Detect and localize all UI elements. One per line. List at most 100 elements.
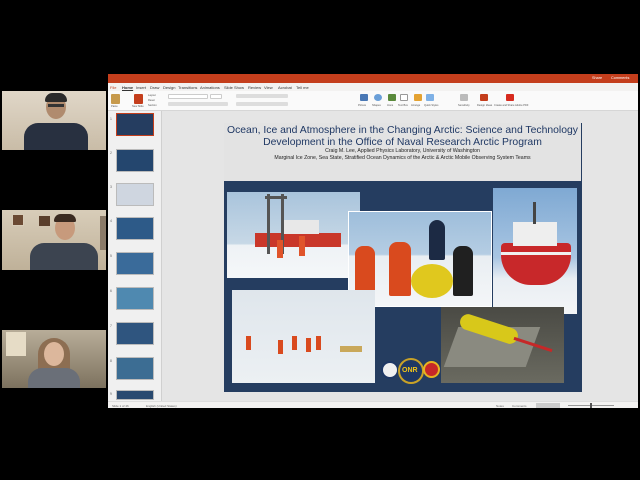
slide-thumbnail-3[interactable]: [116, 183, 154, 206]
person-2: [299, 236, 305, 256]
slide-thumbnail-2[interactable]: [116, 149, 154, 172]
participant-face-3: [44, 342, 64, 366]
participant-glasses-1: [48, 104, 64, 107]
participant-hair-1: [45, 93, 67, 102]
sensitivity-icon[interactable]: [460, 94, 468, 101]
participant-video-2: [2, 210, 106, 270]
tab-review[interactable]: Review: [248, 85, 261, 90]
slide-number-5: 5: [110, 254, 112, 258]
participant-video-3: [2, 330, 106, 388]
slide-thumbnail-1[interactable]: [116, 113, 154, 136]
tab-insert[interactable]: Insert: [136, 85, 146, 90]
picture-label: Picture: [358, 104, 367, 107]
slide-thumbnail-8[interactable]: [116, 357, 154, 380]
yellow-buoy: [411, 264, 453, 298]
align-icons[interactable]: [236, 102, 288, 106]
tab-transitions[interactable]: Transitions: [178, 85, 197, 90]
ship-bridge: [513, 222, 557, 246]
text-box-icon[interactable]: [400, 94, 408, 101]
new-slide-icon[interactable]: [134, 94, 143, 104]
picture-icon[interactable]: [360, 94, 368, 101]
person-4: [389, 242, 411, 296]
title-bar: Share Comments: [108, 74, 638, 83]
slide: Ocean, Ice and Atmosphere in the Changin…: [224, 123, 582, 392]
ribbon-tabs: File Home Insert Draw Design Transitions…: [108, 83, 638, 91]
slide-thumbnail-4[interactable]: [116, 217, 154, 240]
zoom-slider-thumb[interactable]: [590, 403, 592, 408]
tab-tell-me[interactable]: Tell me: [296, 85, 309, 90]
person-5: [429, 220, 445, 260]
font-size-box[interactable]: [210, 94, 222, 99]
photo-icebreaker: [493, 188, 577, 314]
participant-body-3: [28, 368, 80, 388]
tab-slide-show[interactable]: Slide Show: [224, 85, 244, 90]
tab-home[interactable]: Home: [122, 85, 133, 90]
design-ideas-label: Design Ideas: [477, 104, 493, 107]
adobe-pdf-icon[interactable]: [506, 94, 514, 101]
slide-thumbnail-5[interactable]: [116, 252, 154, 275]
slide-number-6: 6: [110, 289, 112, 293]
tab-draw[interactable]: Draw: [150, 85, 159, 90]
font-box[interactable]: [168, 94, 208, 99]
onr-logo-text: ONR: [402, 367, 418, 374]
window-light: [6, 332, 26, 356]
ship-mast: [533, 202, 536, 224]
photo-glider: [441, 307, 564, 383]
anchor-seal-icon: [381, 361, 399, 379]
icons-label: Icons: [387, 104, 394, 107]
share-button[interactable]: Share: [592, 76, 602, 80]
participant-body-1: [24, 123, 88, 150]
picture-frame-3: [100, 216, 106, 250]
tab-design[interactable]: Design: [163, 85, 175, 90]
slide-thumbnail-7[interactable]: [116, 322, 154, 345]
crane-frame: [267, 194, 270, 254]
tab-view[interactable]: View: [264, 85, 273, 90]
video-tile-1[interactable]: [2, 62, 106, 150]
participant-video-1: [2, 91, 106, 150]
photo-ice-field-team: [232, 290, 375, 383]
slide-thumbnail-6[interactable]: [116, 287, 154, 310]
person-1: [277, 240, 283, 258]
arrange-label: Arrange: [411, 104, 421, 107]
notes-button[interactable]: Notes: [496, 404, 504, 408]
slide-number-3: 3: [110, 185, 112, 189]
video-tile-3[interactable]: [2, 300, 106, 388]
shapes-icon[interactable]: [374, 94, 382, 101]
field-equipment: [340, 346, 362, 352]
comments-status-button[interactable]: Comments: [512, 404, 527, 408]
comments-button[interactable]: Comments: [611, 76, 629, 80]
layout-button[interactable]: Layout: [148, 94, 156, 97]
marine-seal-icon: [423, 361, 440, 378]
participant-hair-2: [54, 214, 76, 222]
slide-author: Craig M. Lee, Applied Physics Laboratory…: [325, 148, 480, 155]
reset-button[interactable]: Reset: [148, 99, 155, 102]
quick-styles-icon[interactable]: [426, 94, 434, 101]
tab-file[interactable]: File: [110, 85, 116, 90]
tab-animations[interactable]: Animations: [200, 85, 220, 90]
icons-icon[interactable]: [388, 94, 396, 101]
section-button[interactable]: Section: [148, 104, 157, 107]
language-indicator[interactable]: English (United States): [146, 404, 177, 408]
ship-bow: [501, 243, 571, 285]
view-buttons[interactable]: [536, 403, 560, 408]
arrange-icon[interactable]: [414, 94, 422, 101]
format-icons[interactable]: [168, 102, 228, 106]
slide-number-8: 8: [110, 359, 112, 363]
picture-frame-2: [39, 216, 50, 226]
person-6: [453, 246, 473, 296]
video-tile-2[interactable]: [2, 180, 106, 270]
tab-acrobat[interactable]: Acrobat: [278, 85, 292, 90]
slide-thumbnail-9[interactable]: [116, 390, 154, 400]
slide-number-1: 1: [110, 117, 112, 121]
text-box-label: Text Box: [398, 104, 408, 107]
ship-stripe: [501, 252, 571, 255]
design-ideas-icon[interactable]: [480, 94, 488, 101]
slide-title: Ocean, Ice and Atmosphere in the Changin…: [226, 125, 578, 148]
paste-icon[interactable]: [111, 94, 120, 104]
crane-top: [265, 196, 287, 199]
paragraph-icons[interactable]: [236, 94, 288, 98]
slide-number-7: 7: [110, 324, 112, 328]
adobe-pdf-label: Create and Share Adobe PDF: [494, 104, 529, 107]
quick-styles-label: Quick Styles: [424, 104, 439, 107]
slide-number-2: 2: [110, 151, 112, 155]
